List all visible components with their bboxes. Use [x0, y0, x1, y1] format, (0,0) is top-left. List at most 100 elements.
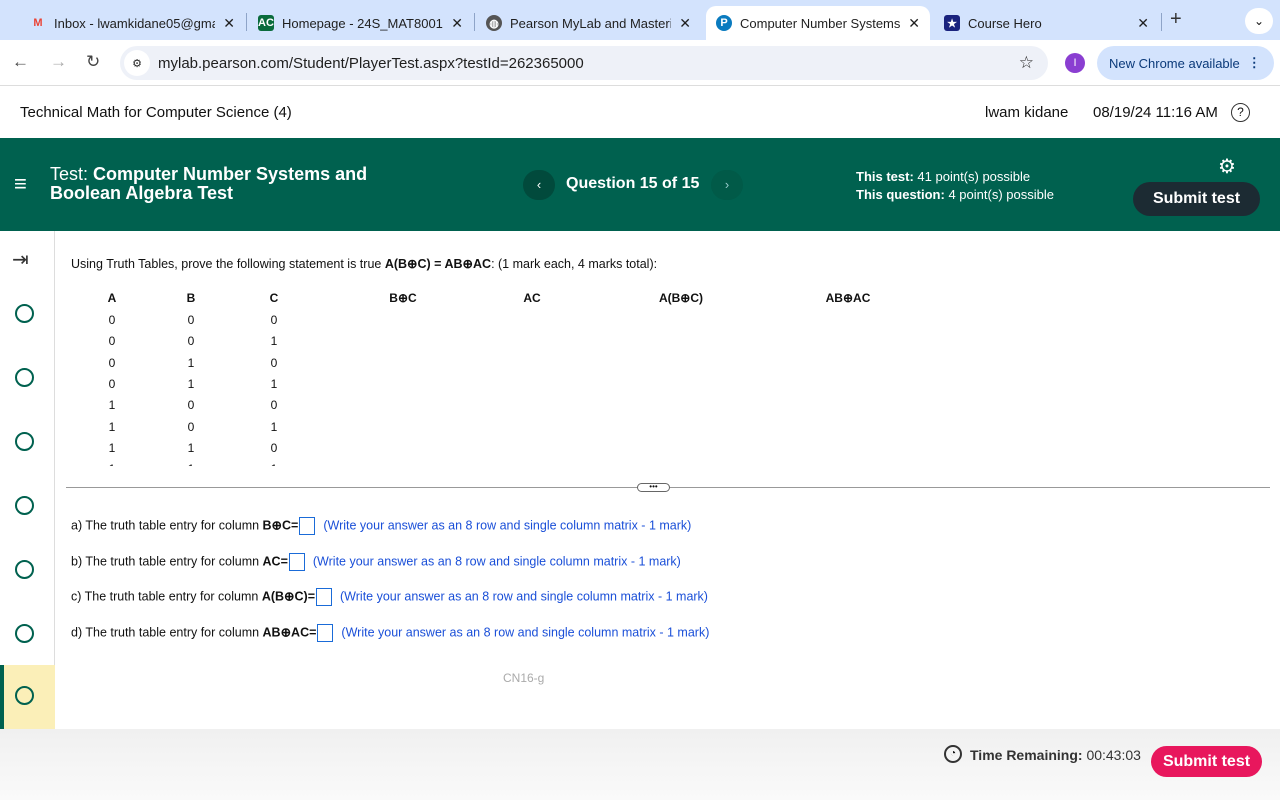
forward-icon[interactable]: → [50, 52, 67, 72]
question-status-circle[interactable] [15, 624, 34, 643]
tab-course-hero[interactable]: ★ Course Hero ✕ [934, 6, 1159, 40]
resize-handle[interactable]: ••• [637, 483, 670, 492]
tab-homepage[interactable]: AC Homepage - 24S_MAT8001 ✕ [248, 6, 473, 40]
question-counter: Question 15 of 15 [566, 175, 700, 192]
new-chrome-label: New Chrome available [1109, 55, 1240, 71]
address-bar[interactable]: ⚙ mylab.pearson.com/Student/PlayerTest.as… [120, 46, 1048, 80]
menu-icon[interactable]: ≡ [14, 171, 27, 197]
table-cell: 0 [187, 419, 195, 434]
column-header: A [107, 291, 117, 305]
previous-question-button[interactable]: ‹ [523, 170, 555, 200]
part-label: a) The truth table entry for column [71, 518, 263, 533]
tab-label: Homepage - 24S_MAT8001 [282, 15, 443, 31]
close-icon[interactable]: ✕ [451, 15, 463, 32]
answer-input[interactable] [317, 623, 334, 642]
submit-test-button[interactable]: Submit test [1133, 182, 1260, 216]
tab-bar: M Inbox - lwamkidane05@gma ✕ AC Homepage - … [0, 0, 1280, 40]
table-cell: 1 [108, 419, 116, 434]
question-status-circle[interactable] [15, 496, 34, 515]
table-cell: 1 [171, 462, 211, 466]
help-icon[interactable]: ? [1231, 103, 1250, 122]
answer-part: c) The truth table entry for column A(B⊕… [71, 588, 708, 606]
table-cell: 1 [270, 334, 278, 349]
question-status-circle[interactable] [15, 432, 34, 451]
answer-hint: (Write your answer as an 8 row and singl… [341, 624, 710, 639]
question-code: CN16-g [503, 671, 545, 685]
table-cell: 0 [108, 376, 116, 391]
answer-hint: (Write your answer as an 8 row and singl… [312, 553, 681, 568]
column-header: B [186, 291, 196, 305]
answer-input[interactable] [288, 552, 305, 571]
table-cell: 0 [187, 313, 195, 327]
answer-input[interactable] [299, 517, 316, 535]
profile-avatar[interactable]: I [1065, 53, 1085, 73]
user-name: lwam kidane [985, 104, 1069, 121]
menu-icon[interactable]: ⋮ [1248, 55, 1261, 71]
close-icon[interactable]: ✕ [223, 15, 235, 32]
answer-part: d) The truth table entry for column AB⊕A… [71, 623, 710, 642]
tab-pearson-mylab[interactable]: ◍ Pearson MyLab and Masteri ✕ [476, 6, 701, 40]
table-cell: 1 [270, 376, 278, 391]
table-cell: 1 [187, 440, 195, 455]
column-name: AC= [262, 553, 288, 568]
question-prompt: Using Truth Tables, prove the following … [71, 257, 658, 271]
test-header: ≡ Test: Computer Number Systems and Bool… [0, 138, 1280, 231]
answer-input[interactable] [316, 588, 333, 606]
table-cell: 1 [92, 462, 132, 466]
close-icon[interactable]: ✕ [1137, 15, 1149, 32]
column-header: B⊕C [389, 291, 417, 305]
new-tab-button[interactable]: + [1170, 8, 1182, 31]
table-cell: 1 [254, 462, 294, 466]
globe-icon: ◍ [486, 15, 502, 31]
close-icon[interactable]: ✕ [908, 15, 920, 32]
part-label: d) The truth table entry for column [71, 624, 263, 639]
tab-search-button[interactable]: ⌄ [1245, 8, 1273, 34]
table-cell: 1 [108, 440, 116, 455]
tab-computer-number-systems[interactable]: P Computer Number Systems ✕ [706, 6, 930, 40]
question-status-circle[interactable] [15, 560, 34, 579]
new-chrome-button[interactable]: New Chrome available ⋮ [1097, 46, 1274, 80]
reload-icon[interactable]: ↻ [86, 52, 100, 72]
course-title: Technical Math for Computer Science (4) [20, 104, 292, 121]
tab-inbox[interactable]: M Inbox - lwamkidane05@gma ✕ [20, 6, 245, 40]
gmail-icon: M [33, 17, 43, 29]
question-status-circle[interactable] [15, 304, 34, 323]
back-icon[interactable]: ← [12, 52, 29, 72]
table-cell: 0 [108, 334, 116, 349]
table-cell: 0 [187, 398, 195, 413]
time-label: Time Remaining: [970, 747, 1083, 763]
next-question-button[interactable]: › [711, 170, 743, 200]
truth-table[interactable]: A B C B⊕C AC A(B⊕C) AB⊕AC 0 0 0 0 0 1 0 1 0 0 1 1 1 0 0 1 0 1 1 1 0… [56, 286, 956, 466]
answer-part: a) The truth table entry for column B⊕C=… [71, 517, 691, 535]
app-header: Technical Math for Computer Science (4) … [0, 87, 1280, 138]
answer-hint: (Write your answer as an 8 row and singl… [340, 589, 708, 604]
tab-label: Inbox - lwamkidane05@gma [54, 15, 216, 31]
question-status-circle[interactable] [15, 368, 34, 387]
table-cell: 0 [270, 440, 278, 455]
column-header: AC [523, 291, 541, 305]
site-settings-icon[interactable]: ⚙ [124, 50, 150, 76]
expand-sidebar-icon[interactable]: ⇥ [12, 247, 29, 272]
time-remaining: 00:43:03 [1086, 747, 1141, 763]
tab-label: Course Hero [968, 15, 1042, 31]
current-question-indicator[interactable] [0, 665, 55, 729]
test-title: Test: Computer Number Systems and Boolea… [50, 164, 368, 203]
clock-icon: ◔ [944, 745, 962, 763]
datetime: 08/19/24 11:16 AM [1093, 104, 1218, 121]
table-cell: 0 [108, 313, 116, 327]
footer-submit-test-button[interactable]: Submit test [1151, 746, 1262, 777]
column-name: A(B⊕C)= [261, 589, 316, 604]
bookmark-star-icon[interactable]: ☆ [1019, 53, 1034, 73]
column-name: AB⊕AC= [262, 624, 317, 639]
table-cell: 0 [270, 355, 278, 370]
question-area: Using Truth Tables, prove the following … [56, 231, 1280, 729]
settings-gear-icon[interactable]: ⚙ [1218, 154, 1236, 179]
column-header: A(B⊕C) [658, 291, 704, 305]
table-cell: 1 [187, 376, 195, 391]
close-icon[interactable]: ✕ [679, 15, 691, 32]
table-cell: 0 [187, 334, 195, 349]
question-sidebar: ⇥ [0, 231, 55, 729]
tab-label: Computer Number Systems [740, 15, 901, 31]
part-label: c) The truth table entry for column [71, 589, 262, 604]
pearson-icon: P [716, 15, 732, 31]
